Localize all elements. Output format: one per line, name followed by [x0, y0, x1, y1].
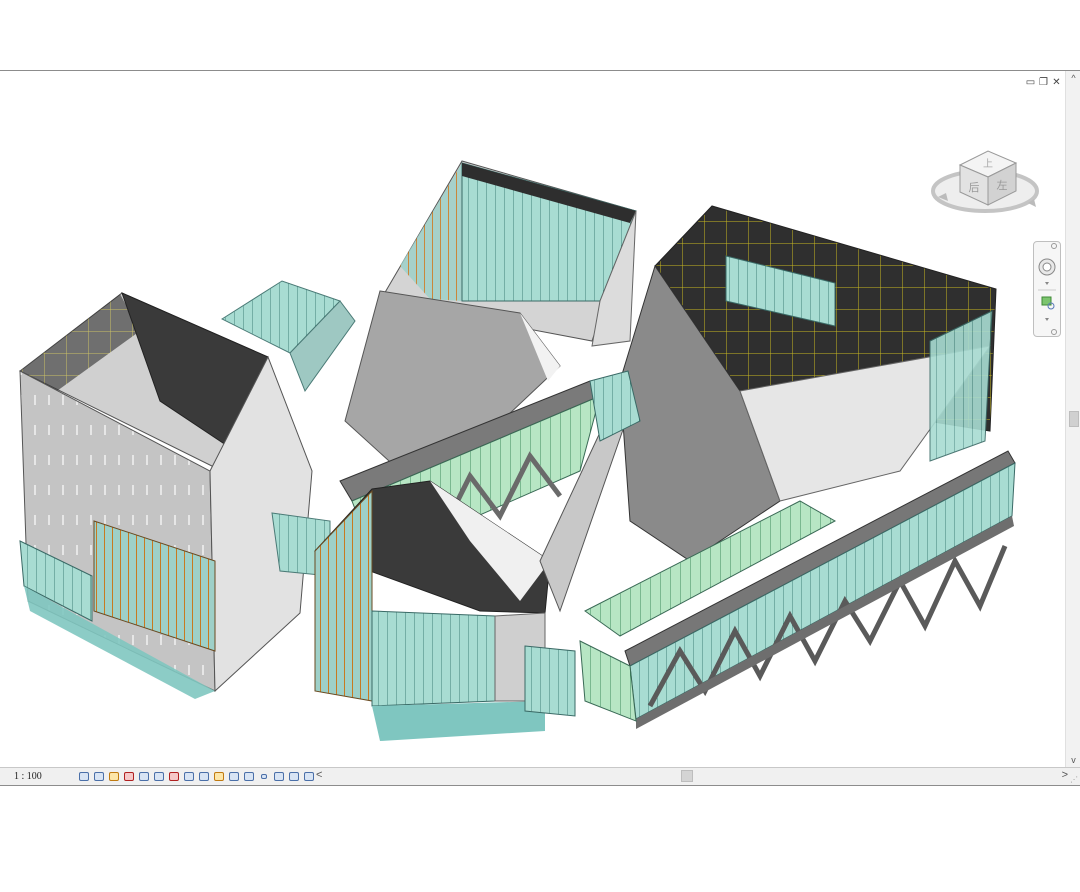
show-crop-icon[interactable] — [168, 771, 180, 782]
collapse-arrow-icon[interactable]: < — [316, 769, 322, 781]
3d-model-canvas[interactable] — [0, 71, 1064, 767]
shadows-icon[interactable] — [123, 771, 135, 782]
viewcube-right-label: 左 — [997, 179, 1008, 192]
zoom-dropdown-icon[interactable] — [1045, 318, 1049, 321]
detail-level-icon[interactable] — [78, 771, 90, 782]
close-button[interactable]: ✕ — [1051, 77, 1062, 88]
horizontal-scroll-thumb[interactable] — [681, 770, 693, 782]
view-control-tools — [78, 771, 315, 782]
view-scale[interactable]: 1 : 100 — [0, 771, 74, 782]
vertical-scroll-thumb[interactable] — [1069, 411, 1079, 427]
view-control-bar: 1 : 100 < > ⋰ — [0, 767, 1080, 785]
scroll-up-icon[interactable]: ^ — [1066, 71, 1080, 85]
viewcube-top-label: 上 — [983, 158, 993, 170]
window-controls: ▭ ❐ ✕ — [1025, 77, 1062, 88]
restore-button[interactable]: ❐ — [1038, 77, 1049, 88]
navbar-pin-icon[interactable] — [1051, 243, 1057, 249]
viewcube-left-label: 后 — [969, 181, 980, 194]
reveal-hidden-icon[interactable] — [213, 771, 225, 782]
minimize-button[interactable]: ▭ — [1025, 77, 1036, 88]
worksharing-icon[interactable] — [273, 771, 285, 782]
building-block-west — [19, 292, 313, 699]
visual-style-icon[interactable] — [93, 771, 105, 782]
crop-view-icon[interactable] — [153, 771, 165, 782]
3d-viewport-window[interactable]: ▭ ❐ ✕ 上 后 左 ^ v 1: 100 < > ⋰ — [0, 70, 1080, 786]
sun-path-icon[interactable] — [108, 771, 120, 782]
render-icon[interactable] — [138, 771, 150, 782]
constraints-icon[interactable] — [303, 771, 315, 782]
temp-hide-icon[interactable] — [198, 771, 210, 782]
scroll-right-icon[interactable]: > — [1062, 769, 1068, 781]
horizontal-scrollbar[interactable]: > — [325, 769, 1068, 783]
resize-grip-icon[interactable]: ⋰ — [1070, 775, 1078, 784]
steering-wheel-dropdown-icon[interactable] — [1045, 282, 1049, 285]
navbar-settings-icon[interactable] — [1051, 329, 1057, 335]
unlock-3d-icon[interactable] — [183, 771, 195, 782]
viewcube[interactable]: 上 后 左 — [930, 137, 1042, 227]
building-block-south — [314, 480, 576, 741]
temporary-properties-icon[interactable] — [228, 771, 240, 782]
vertical-scrollbar[interactable]: ^ v — [1065, 71, 1080, 767]
navigation-bar — [1033, 241, 1061, 337]
analytical-model-icon[interactable] — [243, 771, 255, 782]
scroll-down-icon[interactable]: v — [1066, 753, 1080, 767]
highlight-displacement-icon[interactable] — [258, 771, 270, 782]
design-options-icon[interactable] — [288, 771, 300, 782]
